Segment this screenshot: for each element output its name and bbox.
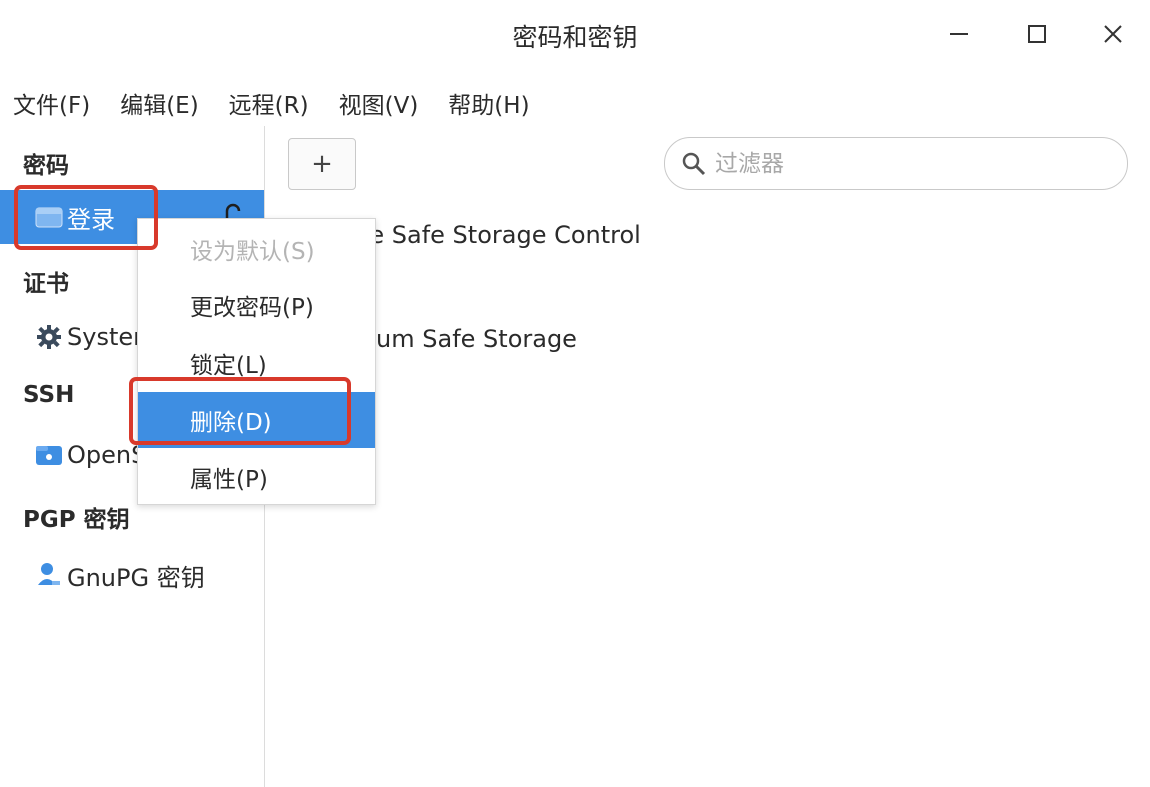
search-icon: [681, 151, 707, 177]
menu-item-set-default: 设为默认(S): [190, 239, 315, 265]
maximize-icon: [1028, 25, 1046, 43]
person-key-icon: [35, 561, 63, 589]
menu-item-properties[interactable]: 属性(P): [138, 449, 375, 505]
search-field[interactable]: [664, 137, 1128, 190]
gear-icon: [35, 323, 63, 351]
list-item[interactable]: Chromium Safe Storage: [290, 314, 990, 364]
menu-help[interactable]: 帮助(H): [448, 78, 529, 124]
annotation-box-login: [14, 185, 158, 250]
add-button[interactable]: +: [288, 138, 356, 190]
section-heading-ssh: SSH: [23, 382, 75, 408]
window-title: 密码和密钥: [512, 23, 638, 52]
section-heading-pgp: PGP 密钥: [23, 507, 130, 533]
close-button[interactable]: [1095, 16, 1131, 52]
menu-edit[interactable]: 编辑(E): [120, 78, 198, 124]
close-icon: [1104, 25, 1122, 43]
ssh-folder-icon: [35, 441, 63, 469]
menu-item-change-password[interactable]: 更改密码(P): [138, 277, 375, 333]
title-bar: 密码和密钥: [0, 0, 1150, 72]
menu-bar: 文件(F) 编辑(E) 远程(R) 视图(V) 帮助(H): [0, 78, 547, 124]
minimize-icon: [950, 33, 968, 35]
sidebar-item-gnupg[interactable]: GnuPG 密钥: [0, 548, 264, 602]
menu-remote[interactable]: 远程(R): [229, 78, 309, 124]
search-input[interactable]: [713, 149, 1097, 178]
annotation-box-delete: [129, 377, 351, 445]
sidebar-item-label: GnuPG 密钥: [67, 563, 205, 592]
section-heading-passwords: 密码: [23, 153, 69, 179]
context-menu: 设为默认(S) 更改密码(P) 锁定(L) 删除(D) 属性(P): [137, 218, 376, 505]
list-item[interactable]: Chrome Safe Storage Control: [290, 210, 990, 260]
maximize-button[interactable]: [1019, 16, 1055, 52]
menu-file[interactable]: 文件(F): [13, 78, 90, 124]
section-heading-certificates: 证书: [23, 271, 69, 297]
minimize-button[interactable]: [941, 16, 977, 52]
menu-view[interactable]: 视图(V): [339, 78, 419, 124]
